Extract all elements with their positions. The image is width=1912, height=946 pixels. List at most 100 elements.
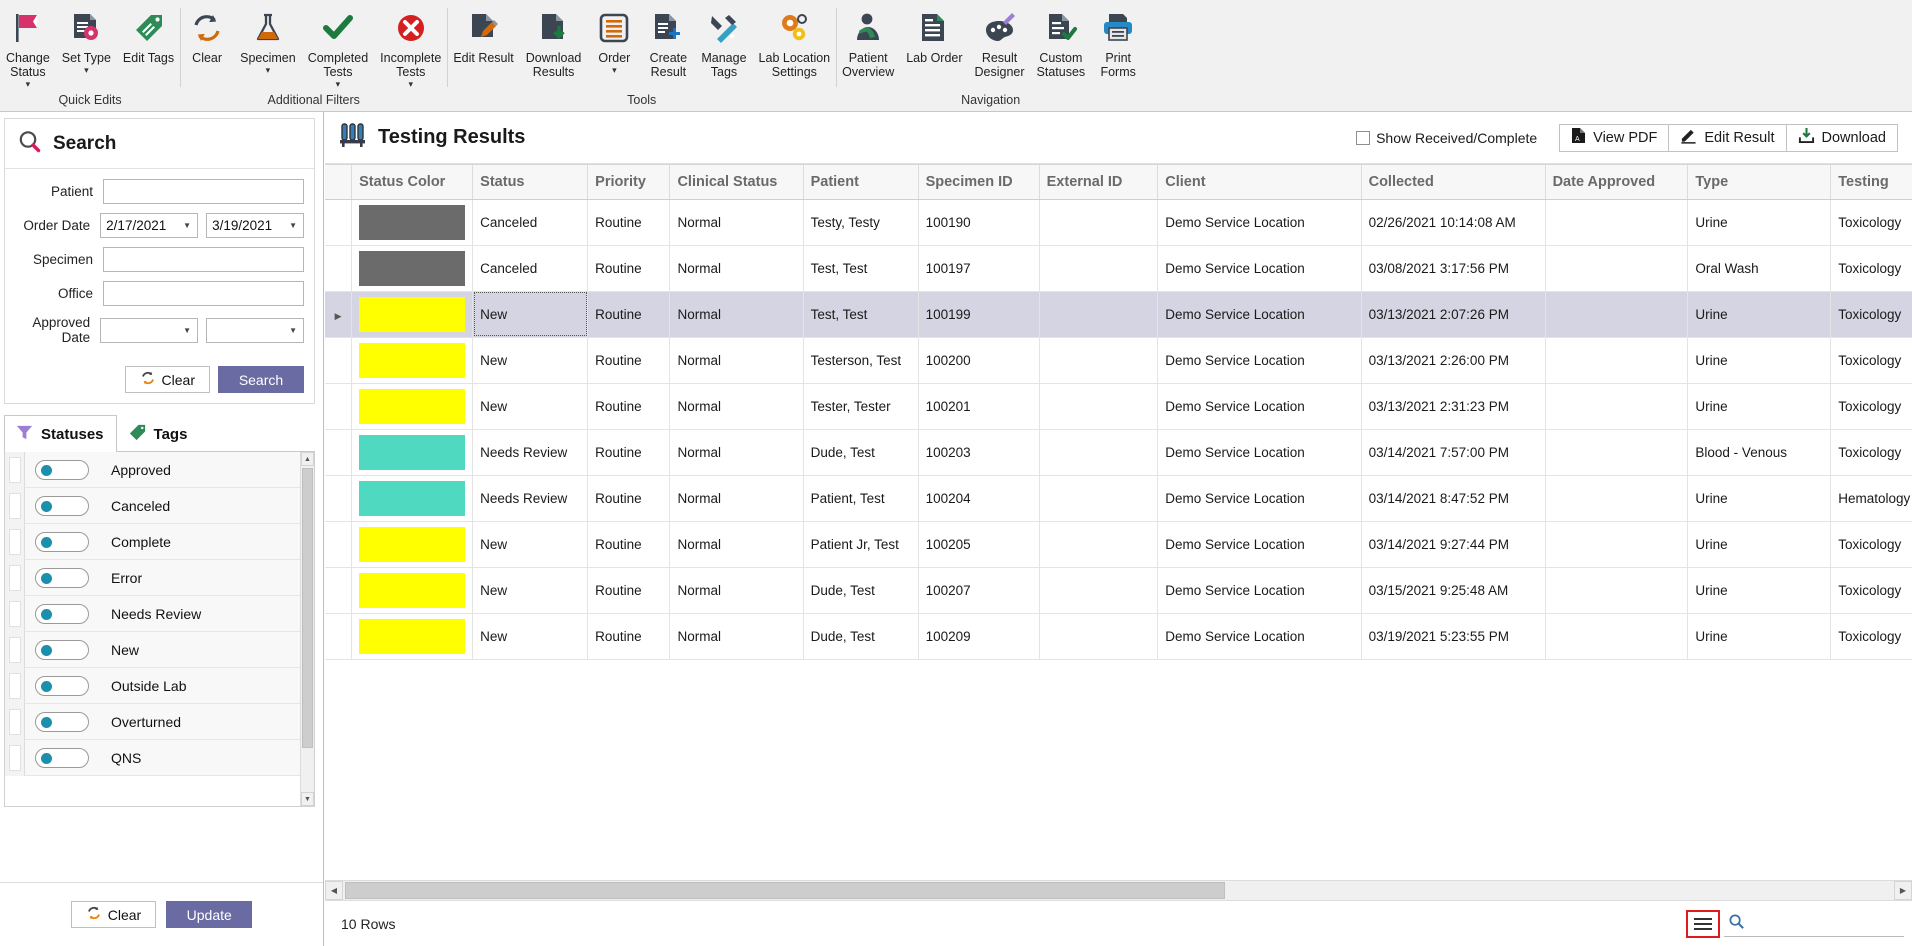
edit-result-button[interactable]: Edit Result	[1669, 123, 1787, 152]
order-date-to-picker[interactable]: 3/19/2021 ▼	[206, 213, 304, 238]
cell-external-id	[1039, 337, 1159, 384]
cell-collected: 03/14/2021 7:57:00 PM	[1361, 429, 1546, 476]
chevron-down-icon[interactable]: ▾	[612, 66, 617, 75]
column-header-patient[interactable]: Patient	[803, 165, 919, 200]
status-filter-row[interactable]: Complete	[5, 523, 300, 560]
status-filter-row[interactable]: Approved	[5, 452, 300, 488]
column-header-external-id[interactable]: External ID	[1039, 165, 1159, 200]
ribbon-button-incomplete-tests[interactable]: Incomplete Tests ▾	[374, 6, 447, 91]
table-row[interactable]: New Routine Normal Dude, Test 100209 Demo Ser…	[325, 613, 1912, 660]
specimen-input[interactable]	[103, 247, 304, 272]
table-row[interactable]: Canceled Routine Normal Testy, Testy 100190 D…	[325, 199, 1912, 246]
office-input[interactable]	[103, 281, 304, 306]
status-filter-row[interactable]: Outside Lab	[5, 667, 300, 704]
ribbon-button-create-result[interactable]: Create Result	[641, 6, 695, 81]
grid-search-input[interactable]	[1751, 914, 1912, 932]
ribbon-button-lab-order[interactable]: Lab Order	[900, 6, 968, 67]
status-filter-row[interactable]: QNS	[5, 739, 300, 776]
download-button[interactable]: Download	[1786, 123, 1898, 152]
status-toggle-error[interactable]	[35, 567, 89, 588]
ribbon-button-print-forms[interactable]: Print Forms	[1091, 6, 1145, 81]
results-grid: Status Color Status Priority Clinical Statu…	[325, 164, 1912, 880]
scrollbar-thumb[interactable]	[302, 468, 313, 748]
table-row[interactable]: ▶ New Routine Normal Test, Test 100199 Demo Se…	[325, 291, 1912, 338]
ribbon-button-specimen[interactable]: Specimen ▾	[234, 6, 302, 77]
ribbon-button-result-designer[interactable]: Result Designer	[969, 6, 1031, 81]
column-header-status-color[interactable]: Status Color	[351, 165, 474, 200]
grid-menu-button[interactable]	[1686, 909, 1720, 938]
scroll-left-arrow-icon[interactable]: ◀	[325, 881, 343, 900]
tab-statuses[interactable]: Statuses	[4, 415, 117, 452]
toggle-knob	[41, 536, 52, 548]
search-clear-button[interactable]: Clear	[124, 366, 210, 393]
patient-input[interactable]	[103, 179, 304, 204]
status-list-scrollbar[interactable]: ▲ ▼	[300, 452, 314, 806]
column-header-specimen-id[interactable]: Specimen ID	[918, 165, 1040, 200]
status-toggle-outside-lab[interactable]	[35, 675, 89, 696]
tab-tags[interactable]: Tags	[117, 415, 201, 452]
column-header-clinical-status[interactable]: Clinical Status	[669, 165, 804, 200]
table-row[interactable]: New Routine Normal Patient Jr, Test 100205 De…	[325, 521, 1912, 568]
chevron-down-icon[interactable]: ▾	[266, 66, 271, 75]
column-header-collected[interactable]: Collected	[1361, 165, 1546, 200]
hscroll-thumb[interactable]	[345, 882, 1225, 899]
table-row[interactable]: Needs Review Routine Normal Dude, Test 10020…	[325, 429, 1912, 476]
status-update-button[interactable]: Update	[166, 901, 253, 928]
ribbon-button-order[interactable]: Order ▾	[587, 6, 641, 77]
status-toggle-qns[interactable]	[35, 747, 89, 768]
order-date-from-picker[interactable]: 2/17/2021 ▼	[100, 213, 199, 238]
scroll-right-arrow-icon[interactable]: ▶	[1894, 881, 1912, 900]
grid-horizontal-scrollbar[interactable]: ◀ ▶	[325, 880, 1912, 900]
status-filter-row[interactable]: Needs Review	[5, 595, 300, 632]
status-toggle-canceled[interactable]	[35, 495, 89, 516]
chevron-down-icon[interactable]: ▾	[26, 80, 31, 89]
chevron-down-icon[interactable]: ▾	[408, 80, 413, 89]
column-header-date-approved[interactable]: Date Approved	[1545, 165, 1689, 200]
ribbon-button-clear[interactable]: Clear	[180, 6, 234, 67]
column-header-priority[interactable]: Priority	[587, 165, 671, 200]
scroll-down-arrow-icon[interactable]: ▼	[301, 792, 314, 806]
ribbon-button-manage-tags[interactable]: Manage Tags	[695, 6, 752, 81]
approved-date-from-picker[interactable]: ▼	[100, 317, 199, 343]
status-toggle-needs-review[interactable]	[35, 603, 89, 624]
status-filter-row[interactable]: Canceled	[5, 487, 300, 524]
ribbon-button-change-status[interactable]: Change Status ▾	[0, 6, 56, 91]
status-filter-row[interactable]: Overturned	[5, 703, 300, 740]
table-row[interactable]: Needs Review Routine Normal Patient, Test 10…	[325, 475, 1912, 522]
checkbox-box[interactable]	[1356, 130, 1371, 145]
view-pdf-button[interactable]: A View PDF	[1559, 123, 1670, 152]
ribbon-button-lab-location-settings[interactable]: Lab Location Settings	[753, 6, 837, 81]
show-received-complete-checkbox[interactable]: Show Received/Complete	[1356, 130, 1537, 146]
ribbon-button-edit-result[interactable]: Edit Result	[447, 6, 519, 67]
chevron-down-icon[interactable]: ▾	[336, 80, 341, 89]
ribbon-button-edit-tags[interactable]: Edit Tags	[117, 6, 180, 67]
ribbon-button-custom-statuses[interactable]: Custom Statuses	[1031, 6, 1092, 81]
status-clear-button[interactable]: Clear	[70, 901, 157, 928]
table-row[interactable]: New Routine Normal Testerson, Test 100200 Dem…	[325, 337, 1912, 384]
status-toggle-complete[interactable]	[35, 531, 89, 552]
hscroll-track[interactable]	[343, 881, 1894, 900]
table-row[interactable]: New Routine Normal Dude, Test 100207 Demo Ser…	[325, 567, 1912, 614]
column-header-testing[interactable]: Testing	[1830, 165, 1912, 200]
grid-search-box[interactable]	[1724, 911, 1912, 937]
approved-date-to-picker[interactable]: ▼	[206, 317, 304, 343]
status-toggle-new[interactable]	[35, 639, 89, 660]
status-filter-row[interactable]: Error	[5, 559, 300, 596]
ribbon-button-download-results[interactable]: Download Results	[520, 6, 588, 81]
status-filter-row[interactable]: New	[5, 631, 300, 668]
ribbon-button-set-type[interactable]: Set Type ▾	[56, 6, 117, 77]
column-header-status[interactable]: Status	[472, 165, 589, 200]
chevron-down-icon[interactable]: ▾	[84, 66, 89, 75]
ribbon-button-patient-overview[interactable]: Patient Overview	[836, 6, 900, 81]
scroll-up-arrow-icon[interactable]: ▲	[301, 452, 314, 466]
table-row[interactable]: Canceled Routine Normal Test, Test 100197 Dem…	[325, 245, 1912, 292]
tools-icon	[707, 8, 741, 48]
cell-patient: Dude, Test	[803, 567, 919, 614]
search-submit-button[interactable]: Search	[218, 366, 304, 393]
status-toggle-approved[interactable]	[35, 459, 89, 480]
column-header-type[interactable]: Type	[1687, 165, 1832, 200]
column-header-client[interactable]: Client	[1157, 165, 1362, 200]
table-row[interactable]: New Routine Normal Tester, Tester 100201 Demo…	[325, 383, 1912, 430]
status-toggle-overturned[interactable]	[35, 711, 89, 732]
ribbon-button-completed-tests[interactable]: Completed Tests ▾	[302, 6, 374, 91]
